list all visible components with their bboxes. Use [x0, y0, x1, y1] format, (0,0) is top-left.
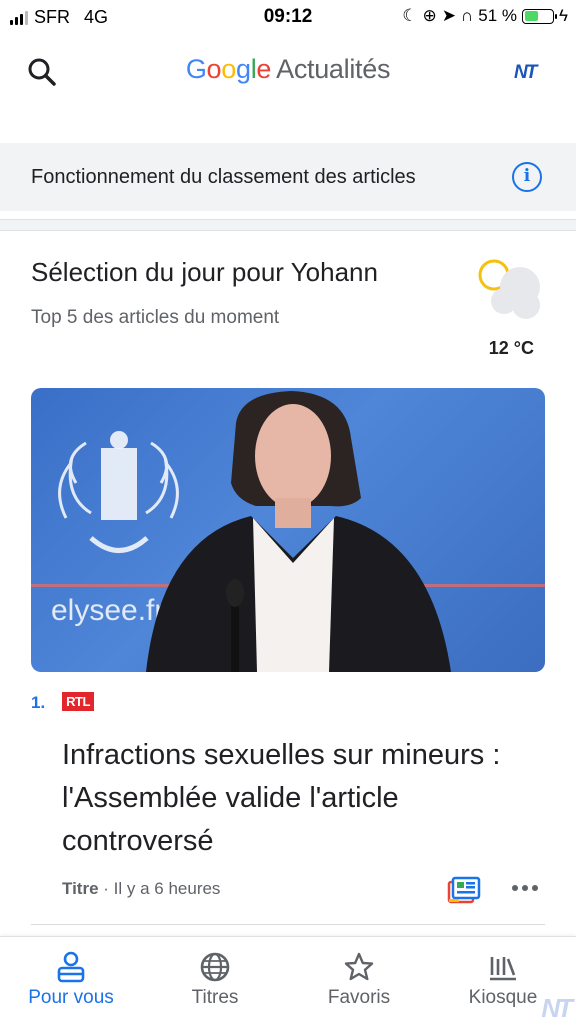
- source-logo[interactable]: RTL: [62, 692, 94, 711]
- more-dot-icon: [512, 885, 518, 891]
- article-headline[interactable]: Infractions sexuelles sur mineurs : l'As…: [62, 734, 502, 863]
- person-icon: [57, 951, 85, 983]
- temperature-label: 12 °C: [488, 338, 534, 358]
- location-icon: ➤: [441, 6, 457, 25]
- article-kind: Titre: [62, 879, 99, 898]
- product-name: Actualités: [276, 54, 391, 84]
- more-options-button[interactable]: [512, 880, 542, 896]
- account-avatar[interactable]: NT: [514, 62, 552, 84]
- app-header: Google Actualités NT: [0, 34, 576, 112]
- app-logo: Google Actualités: [0, 54, 576, 85]
- headphones-icon: ∩: [461, 6, 474, 25]
- section-title: Sélection du jour pour Yohann: [31, 257, 378, 287]
- article-divider: [31, 924, 545, 925]
- charging-icon: ϟ: [559, 6, 568, 25]
- section-subtitle: Top 5 des articles du moment: [31, 307, 280, 328]
- lock-rotation-icon: ⊕: [422, 6, 437, 25]
- article-photo: elysee.fr: [31, 391, 545, 672]
- nav-label: Favoris: [327, 987, 391, 1008]
- article-time: · Il y a 6 heures: [98, 879, 221, 898]
- logo-letter: o: [221, 54, 236, 84]
- nav-titres[interactable]: Titres: [155, 951, 275, 1009]
- section-divider: [0, 219, 576, 231]
- status-bar: SFR 4G 09:12 ☾ ⊕ ➤ ∩ 51 % ϟ: [0, 0, 576, 34]
- nav-favoris[interactable]: Favoris: [299, 951, 419, 1009]
- battery-label: 51 %: [478, 6, 517, 25]
- image-caption: elysee.fr: [51, 594, 164, 627]
- logo-letter: e: [256, 54, 272, 84]
- kiosk-icon: [490, 957, 516, 981]
- nav-label: Titres: [191, 987, 239, 1008]
- status-right: ☾ ⊕ ➤ ∩ 51 % ϟ: [402, 6, 568, 26]
- logo-letter: o: [206, 54, 222, 84]
- logo-letter: g: [235, 54, 251, 84]
- article-meta: Titre · Il y a 6 heures: [62, 879, 220, 899]
- info-icon[interactable]: i: [512, 162, 542, 192]
- nav-label: Pour vous: [28, 987, 114, 1008]
- bottom-navigation: Pour vous Titres Favoris Kiosque: [0, 936, 576, 1024]
- article-image[interactable]: elysee.fr: [31, 388, 545, 672]
- article-rank: 1.: [31, 693, 46, 712]
- moon-icon: ☾: [402, 6, 418, 25]
- weather-icon[interactable]: [474, 255, 546, 327]
- more-dot-icon: [532, 885, 538, 891]
- watermark-logo: NT: [541, 993, 573, 1023]
- logo-letter: G: [185, 54, 207, 84]
- banner-text: Fonctionnement du classement des article…: [31, 166, 416, 188]
- battery-icon: [522, 8, 557, 24]
- full-coverage-button[interactable]: [447, 874, 481, 904]
- star-icon: [344, 952, 374, 981]
- globe-icon: [200, 952, 230, 982]
- nav-label: Kiosque: [468, 987, 538, 1008]
- nav-pour-vous[interactable]: Pour vous: [11, 951, 131, 1009]
- full-coverage-icon: [447, 876, 481, 904]
- ranking-info-banner[interactable]: Fonctionnement du classement des article…: [0, 143, 576, 211]
- more-dot-icon: [522, 885, 528, 891]
